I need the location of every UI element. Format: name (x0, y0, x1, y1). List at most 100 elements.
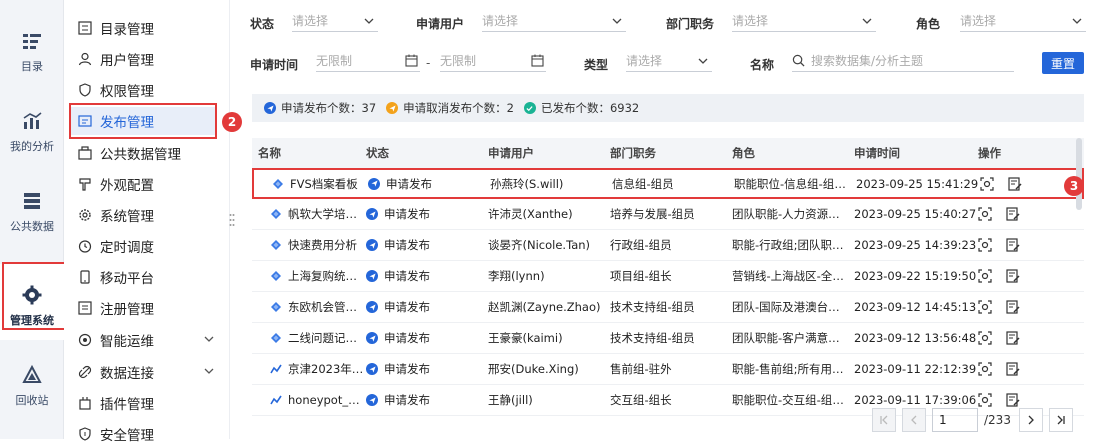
preview-icon[interactable] (978, 393, 992, 407)
database-icon (24, 193, 40, 209)
preview-icon[interactable] (978, 362, 992, 376)
table-row[interactable]: 东欧机会管理_... 申请发布 赵凯渊(Zayne.Zhao) 技术支持组-组员… (252, 292, 1084, 323)
chevron-right-icon (1028, 415, 1034, 425)
status-select[interactable]: 请选择 (292, 10, 378, 32)
dept-select[interactable]: 请选择 (732, 10, 876, 32)
preview-icon[interactable] (978, 207, 992, 221)
preview-icon[interactable] (980, 176, 994, 191)
pagination: 1 /233 (872, 408, 1079, 432)
next-page-button[interactable] (1018, 408, 1043, 432)
role-select[interactable]: 请选择 (960, 10, 1086, 32)
edit-icon[interactable] (1006, 207, 1020, 221)
calendar-icon[interactable] (531, 54, 544, 67)
cell-time: 2023-09-25 14:39:23 (854, 238, 977, 252)
end-time-input[interactable]: 无限制 (440, 50, 546, 72)
menu-item-permission-manage[interactable]: 权限管理 (78, 76, 224, 104)
start-time-input[interactable]: 无限制 (316, 50, 420, 72)
edit-icon[interactable] (1006, 393, 1020, 407)
chevron-down-icon (698, 58, 708, 64)
menu-item-data-connection[interactable]: 数据连接 (78, 358, 224, 386)
menu-item-plugin-manage[interactable]: 插件管理 (78, 389, 224, 417)
select-placeholder: 请选择 (732, 14, 769, 28)
cell-time: 2023-09-11 17:39:06 (854, 393, 977, 407)
menu-item-public-data-manage[interactable]: 公共数据管理 (78, 139, 224, 167)
col-dept: 部门职务 (610, 146, 656, 160)
prev-page-button[interactable] (902, 408, 926, 432)
menu-item-register-manage[interactable]: 注册管理 (78, 294, 224, 322)
chevron-down-icon[interactable] (204, 334, 214, 344)
table-header: 名称 状态 申请用户 部门职务 角色 申请时间 操作 (252, 138, 1084, 168)
table-row[interactable]: 快速费用分析 申请发布 谈晏齐(Nicole.Tan) 行政组-组员 职能-行政… (252, 230, 1084, 261)
input-placeholder: 无限制 (440, 54, 477, 68)
appearance-icon (79, 178, 91, 191)
search-input[interactable]: 搜索数据集/分析主题 (792, 50, 1014, 72)
menu-item-appearance[interactable]: 外观配置 (78, 170, 224, 198)
menu-item-security-manage[interactable]: 安全管理 (78, 420, 224, 448)
calendar-icon[interactable] (405, 54, 418, 67)
cell-dept: 培养与发展-组员 (610, 207, 695, 221)
rail-item-recycle-bin[interactable]: 回收站 (0, 344, 64, 420)
summary-apply-publish: 申请发布个数：37 (264, 100, 376, 116)
rail-item-my-analysis[interactable]: 我的分析 (0, 90, 64, 166)
cell-name: FVS档案看板 (254, 176, 368, 192)
menu-item-mobile-platform[interactable]: 移动平台 (78, 263, 224, 291)
rail-item-public-data[interactable]: 公共数据 (0, 170, 64, 246)
cell-time: 2023-09-11 22:12:39 (854, 362, 977, 376)
cell-role: 职能职位-交互组-组长;... (732, 393, 854, 407)
table-row[interactable]: 帆软大学培训... 申请发布 许沛灵(Xanthe) 培养与发展-组员 团队职能… (252, 199, 1084, 230)
cell-dept: 交互组-组长 (610, 393, 672, 407)
preview-icon[interactable] (978, 331, 992, 345)
dataset-icon (271, 209, 281, 219)
edit-icon[interactable] (1006, 269, 1020, 283)
first-page-button[interactable] (872, 408, 896, 432)
table-scrollbar[interactable] (1076, 138, 1082, 210)
menu-item-smart-ops[interactable]: 智能运维 (78, 326, 224, 354)
summary-text: 申请发布个数：37 (281, 101, 377, 115)
cell-status: 申请发布 (366, 299, 488, 315)
menu-label: 定时调度 (100, 240, 154, 256)
cell-name: 快速费用分析 (252, 237, 366, 253)
page-number-input[interactable]: 1 (932, 408, 978, 432)
cell-ops (978, 300, 1058, 314)
edit-icon[interactable] (1006, 362, 1020, 376)
menu-item-catalog-manage[interactable]: 目录管理 (78, 14, 224, 42)
last-page-icon (1057, 415, 1065, 425)
table-body: FVS档案看板 申请发布 孙燕玲(S.will) 信息组-组员 职能职位-信息组… (252, 168, 1084, 416)
cell-status: 申请发布 (366, 330, 488, 346)
table-row[interactable]: 二线问题记录... 申请发布 王豪豪(kaimi) 技术支持组-组员 团队职能-… (252, 323, 1084, 354)
row-status: 申请发布 (384, 207, 430, 221)
row-name: honeypot_近6... (288, 393, 366, 407)
table-row[interactable]: FVS档案看板 申请发布 孙燕玲(S.will) 信息组-组员 职能职位-信息组… (252, 168, 1084, 199)
applicant-select[interactable]: 请选择 (482, 10, 626, 32)
menu-item-schedule[interactable]: 定时调度 (78, 232, 224, 260)
select-placeholder: 请选择 (482, 14, 519, 28)
cell-status: 申请发布 (366, 268, 488, 284)
col-time: 申请时间 (854, 146, 900, 160)
table-row[interactable]: 京津2023年基... 申请发布 邢安(Duke.Xing) 售前组-驻外 职能… (252, 354, 1084, 385)
cell-ops (980, 176, 1060, 191)
edit-icon[interactable] (1006, 300, 1020, 314)
drag-handle-icon[interactable] (229, 212, 235, 228)
edit-icon[interactable] (1006, 238, 1020, 252)
edit-icon[interactable] (1008, 176, 1022, 191)
cell-ops (978, 362, 1058, 376)
preview-icon[interactable] (978, 238, 992, 252)
link-icon (78, 365, 92, 379)
cell-ops (978, 331, 1058, 345)
chevron-down-icon[interactable] (204, 366, 214, 376)
highlight-box-publish (69, 103, 217, 139)
edit-icon[interactable] (1006, 331, 1020, 345)
menu-item-user-manage[interactable]: 用户管理 (78, 45, 224, 73)
rail-item-catalog[interactable]: 目录 (0, 10, 64, 86)
cell-role: 团队-国际及港澳台团... (732, 300, 851, 314)
dataset-icon (271, 240, 281, 250)
filter-label-type: 类型 (584, 58, 609, 72)
preview-icon[interactable] (978, 269, 992, 283)
clock-icon (78, 240, 92, 253)
reset-button[interactable]: 重置 (1042, 52, 1084, 74)
type-select[interactable]: 请选择 (626, 50, 712, 72)
table-row[interactable]: 上海复购统计... 申请发布 李翔(lynn) 项目组-组长 营销线-上海战区-… (252, 261, 1084, 292)
last-page-button[interactable] (1048, 408, 1073, 432)
preview-icon[interactable] (978, 300, 992, 314)
menu-item-system-manage[interactable]: 系统管理 (78, 201, 224, 229)
